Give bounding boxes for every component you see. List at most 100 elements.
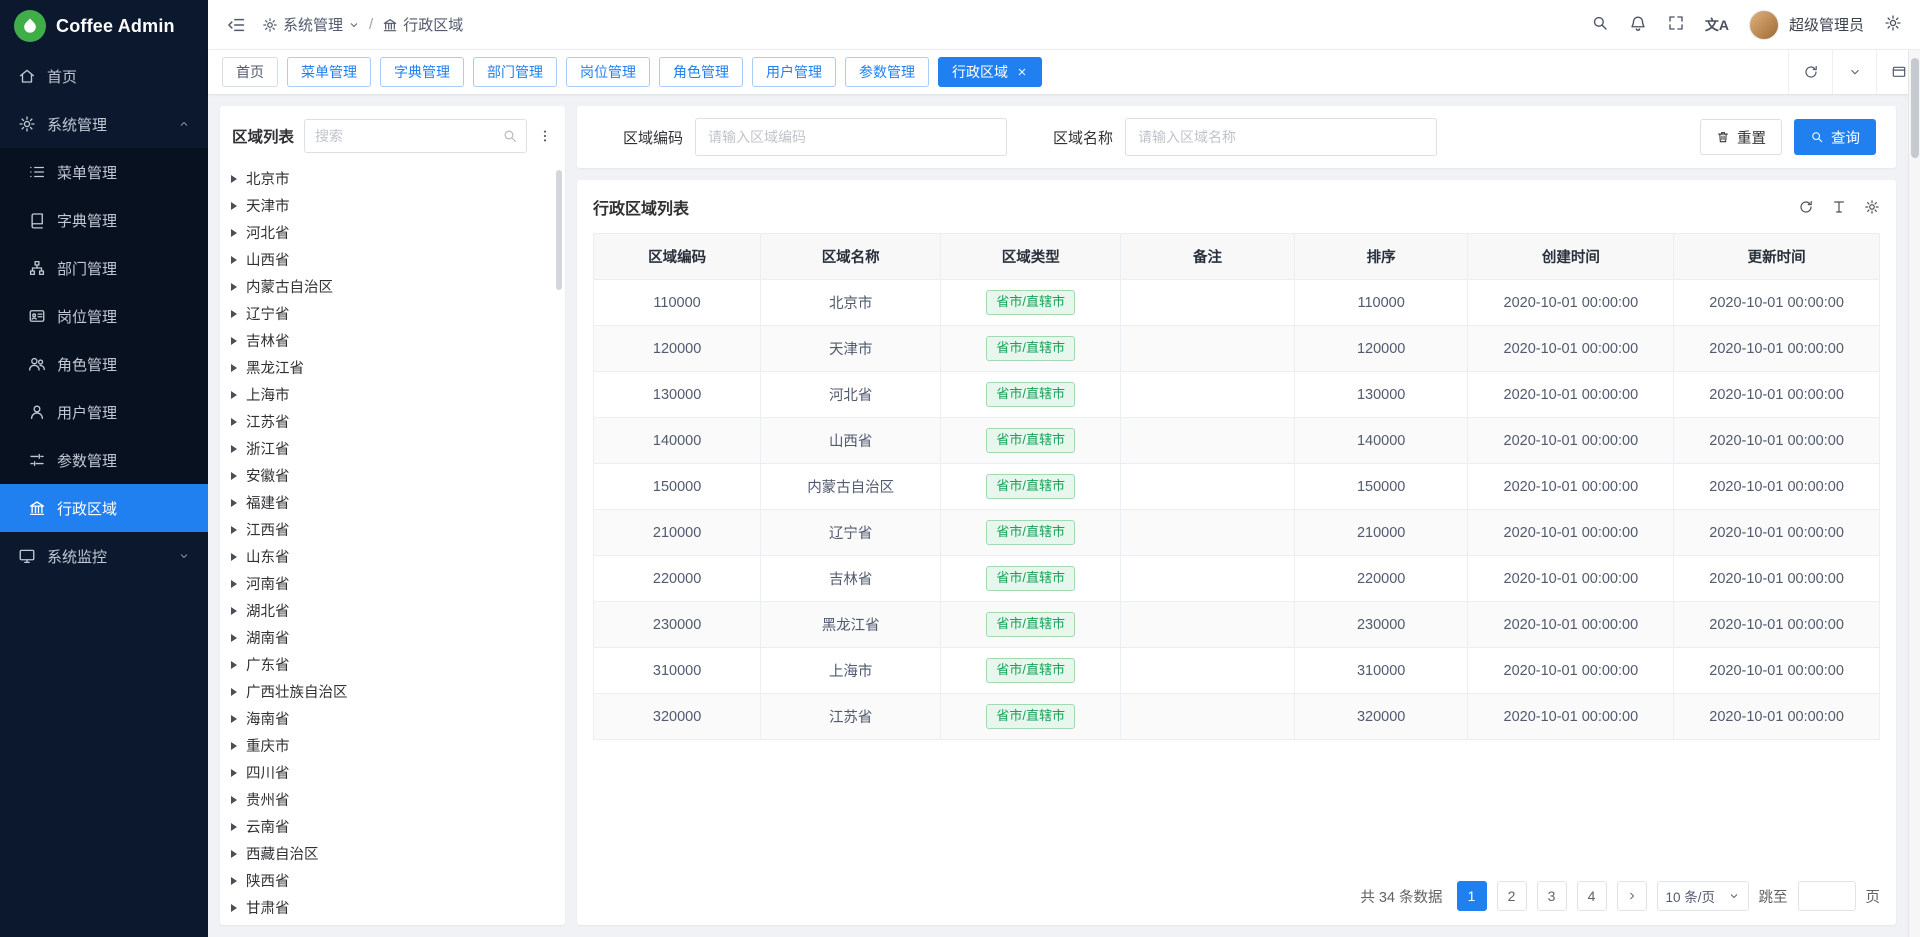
caret-right-icon[interactable] bbox=[231, 877, 237, 885]
reset-button[interactable]: 重置 bbox=[1700, 119, 1782, 155]
tab-dept-management[interactable]: 部门管理 bbox=[473, 57, 557, 87]
caret-right-icon[interactable] bbox=[231, 391, 237, 399]
caret-right-icon[interactable] bbox=[231, 283, 237, 291]
caret-right-icon[interactable] bbox=[231, 526, 237, 534]
sidebar-item-dict-management[interactable]: 字典管理 bbox=[0, 196, 208, 244]
table-refresh-button[interactable] bbox=[1798, 199, 1814, 215]
tab-role-management[interactable]: 角色管理 bbox=[659, 57, 743, 87]
tree-item[interactable]: 辽宁省 bbox=[220, 300, 565, 327]
table-density-button[interactable] bbox=[1831, 199, 1847, 215]
tree-item[interactable]: 河南省 bbox=[220, 570, 565, 597]
tab-post-management[interactable]: 岗位管理 bbox=[566, 57, 650, 87]
tree-item[interactable]: 河北省 bbox=[220, 219, 565, 246]
column-header[interactable]: 更新时间 bbox=[1674, 234, 1880, 280]
column-header[interactable]: 备注 bbox=[1121, 234, 1295, 280]
caret-right-icon[interactable] bbox=[231, 337, 237, 345]
table-row[interactable]: 220000 吉林省 省市/直辖市 220000 2020-10-01 00:0… bbox=[594, 556, 1880, 602]
page-scrollbar-thumb[interactable] bbox=[1911, 58, 1919, 158]
tree-item[interactable]: 浙江省 bbox=[220, 435, 565, 462]
table-row[interactable]: 230000 黑龙江省 省市/直辖市 230000 2020-10-01 00:… bbox=[594, 602, 1880, 648]
tree-item[interactable]: 黑龙江省 bbox=[220, 354, 565, 381]
caret-right-icon[interactable] bbox=[231, 580, 237, 588]
caret-right-icon[interactable] bbox=[231, 202, 237, 210]
tab-home[interactable]: 首页 bbox=[222, 57, 278, 87]
tree-item[interactable]: 重庆市 bbox=[220, 732, 565, 759]
tree-item[interactable]: 天津市 bbox=[220, 192, 565, 219]
caret-right-icon[interactable] bbox=[231, 688, 237, 696]
close-tab-icon[interactable] bbox=[1016, 66, 1028, 78]
tree-item[interactable]: 青海省 bbox=[220, 921, 565, 925]
table-row[interactable]: 140000 山西省 省市/直辖市 140000 2020-10-01 00:0… bbox=[594, 418, 1880, 464]
sidebar-item-menu-management[interactable]: 菜单管理 bbox=[0, 148, 208, 196]
tab-dict-management[interactable]: 字典管理 bbox=[380, 57, 464, 87]
caret-right-icon[interactable] bbox=[231, 904, 237, 912]
table-row[interactable]: 120000 天津市 省市/直辖市 120000 2020-10-01 00:0… bbox=[594, 326, 1880, 372]
caret-right-icon[interactable] bbox=[231, 310, 237, 318]
page-4-button[interactable]: 4 bbox=[1577, 881, 1607, 911]
sidebar-item-post-management[interactable]: 岗位管理 bbox=[0, 292, 208, 340]
tree-search-input[interactable] bbox=[304, 119, 527, 153]
region-name-input[interactable] bbox=[1125, 118, 1437, 156]
table-settings-button[interactable] bbox=[1864, 199, 1880, 215]
user-name[interactable]: 超级管理员 bbox=[1789, 14, 1864, 35]
tree-item[interactable]: 广西壮族自治区 bbox=[220, 678, 565, 705]
app-logo[interactable]: Coffee Admin bbox=[0, 0, 208, 52]
avatar[interactable] bbox=[1749, 10, 1779, 40]
tree-item[interactable]: 上海市 bbox=[220, 381, 565, 408]
fullscreen-button[interactable] bbox=[1667, 14, 1685, 36]
sidebar-item-param-management[interactable]: 参数管理 bbox=[0, 436, 208, 484]
breadcrumb-section[interactable]: 系统管理 bbox=[262, 14, 360, 35]
tree-item[interactable]: 内蒙古自治区 bbox=[220, 273, 565, 300]
page-size-select[interactable]: 10 条/页 bbox=[1657, 881, 1749, 911]
tab-admin-region[interactable]: 行政区域 bbox=[938, 57, 1042, 87]
tree-item[interactable]: 云南省 bbox=[220, 813, 565, 840]
tree-scrollbar[interactable] bbox=[556, 170, 562, 290]
caret-right-icon[interactable] bbox=[231, 553, 237, 561]
table-row[interactable]: 110000 北京市 省市/直辖市 110000 2020-10-01 00:0… bbox=[594, 280, 1880, 326]
tree-item[interactable]: 江西省 bbox=[220, 516, 565, 543]
search-button[interactable] bbox=[1591, 14, 1609, 36]
caret-right-icon[interactable] bbox=[231, 715, 237, 723]
tree-more-button[interactable] bbox=[537, 128, 553, 144]
sidebar-item-role-management[interactable]: 角色管理 bbox=[0, 340, 208, 388]
tree-item[interactable]: 山西省 bbox=[220, 246, 565, 273]
caret-right-icon[interactable] bbox=[231, 364, 237, 372]
table-row[interactable]: 310000 上海市 省市/直辖市 310000 2020-10-01 00:0… bbox=[594, 648, 1880, 694]
caret-right-icon[interactable] bbox=[231, 499, 237, 507]
tree-item[interactable]: 山东省 bbox=[220, 543, 565, 570]
next-page-button[interactable] bbox=[1617, 881, 1647, 911]
tab-options-button[interactable] bbox=[1832, 50, 1876, 94]
caret-right-icon[interactable] bbox=[231, 418, 237, 426]
page-3-button[interactable]: 3 bbox=[1537, 881, 1567, 911]
tab-user-management[interactable]: 用户管理 bbox=[752, 57, 836, 87]
region-code-input[interactable] bbox=[695, 118, 1007, 156]
language-button[interactable]: 文A bbox=[1705, 18, 1729, 32]
tree-item[interactable]: 贵州省 bbox=[220, 786, 565, 813]
sidebar-item-dept-management[interactable]: 部门管理 bbox=[0, 244, 208, 292]
sidebar-item-home[interactable]: 首页 bbox=[0, 52, 208, 100]
table-row[interactable]: 210000 辽宁省 省市/直辖市 210000 2020-10-01 00:0… bbox=[594, 510, 1880, 556]
caret-right-icon[interactable] bbox=[231, 175, 237, 183]
table-row[interactable]: 130000 河北省 省市/直辖市 130000 2020-10-01 00:0… bbox=[594, 372, 1880, 418]
caret-right-icon[interactable] bbox=[231, 229, 237, 237]
tree-item[interactable]: 四川省 bbox=[220, 759, 565, 786]
tree-item[interactable]: 海南省 bbox=[220, 705, 565, 732]
search-icon[interactable] bbox=[502, 128, 518, 144]
tree-item[interactable]: 北京市 bbox=[220, 165, 565, 192]
caret-right-icon[interactable] bbox=[231, 607, 237, 615]
tab-menu-management[interactable]: 菜单管理 bbox=[287, 57, 371, 87]
column-header[interactable]: 区域名称 bbox=[761, 234, 941, 280]
settings-button[interactable] bbox=[1884, 14, 1902, 36]
sidebar-item-system-management[interactable]: 系统管理 bbox=[0, 100, 208, 148]
tree-item[interactable]: 福建省 bbox=[220, 489, 565, 516]
table-row[interactable]: 150000 内蒙古自治区 省市/直辖市 150000 2020-10-01 0… bbox=[594, 464, 1880, 510]
tree-item[interactable]: 湖南省 bbox=[220, 624, 565, 651]
page-1-button[interactable]: 1 bbox=[1457, 881, 1487, 911]
tree-item[interactable]: 甘肃省 bbox=[220, 894, 565, 921]
notification-button[interactable] bbox=[1629, 14, 1647, 36]
tree-item[interactable]: 吉林省 bbox=[220, 327, 565, 354]
caret-right-icon[interactable] bbox=[231, 661, 237, 669]
tree-item[interactable]: 安徽省 bbox=[220, 462, 565, 489]
tree-item[interactable]: 湖北省 bbox=[220, 597, 565, 624]
table-row[interactable]: 320000 江苏省 省市/直辖市 320000 2020-10-01 00:0… bbox=[594, 694, 1880, 740]
